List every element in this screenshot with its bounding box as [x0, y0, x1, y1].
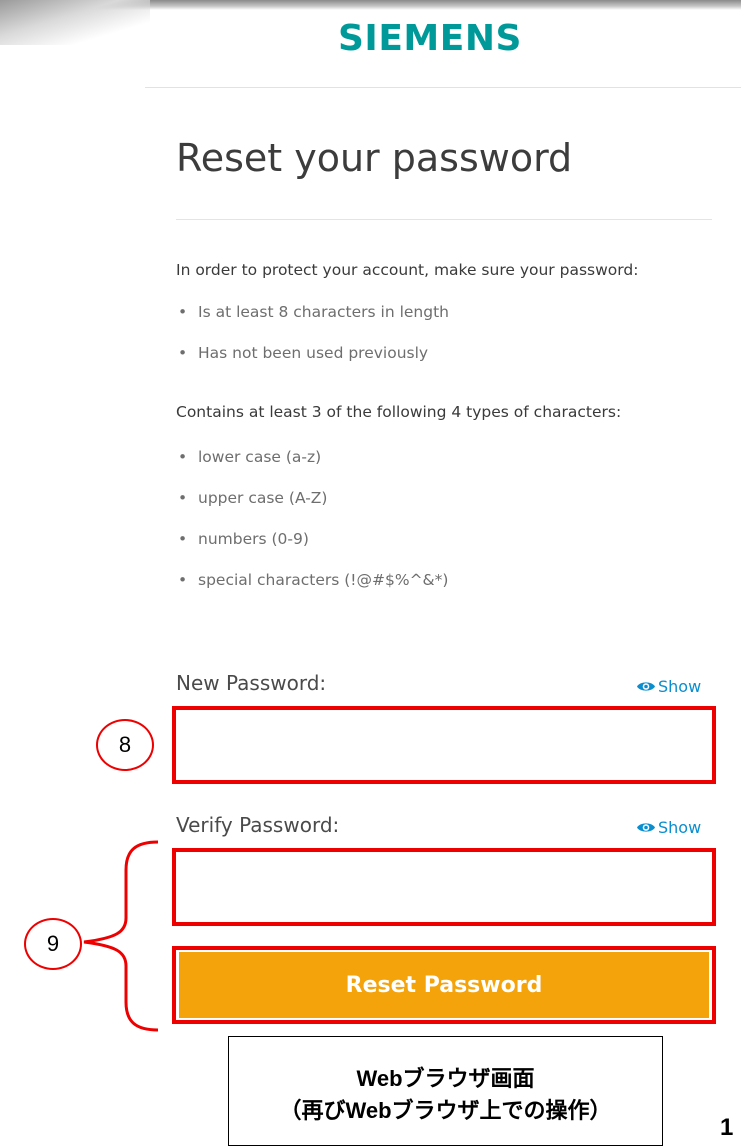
- header-divider: [145, 87, 741, 88]
- new-password-label: New Password:: [176, 671, 327, 695]
- caption-line-1: Webブラウザ画面: [356, 1066, 535, 1091]
- bullet-icon: •: [178, 530, 188, 548]
- bullet-icon: •: [178, 448, 188, 466]
- char-types-list: • lower case (a-z) • upper case (A-Z) • num…: [176, 447, 448, 611]
- verify-password-label: Verify Password:: [176, 813, 340, 837]
- caption-line-2: （再びWebブラウザ上での操作）: [279, 1098, 612, 1123]
- list-item: • lower case (a-z): [178, 448, 322, 466]
- list-item: • Has not been used previously: [178, 344, 429, 362]
- bullet-icon: •: [178, 303, 188, 321]
- new-password-input[interactable]: [176, 710, 712, 780]
- step-marker-8: 8: [96, 719, 154, 771]
- curly-brace-annotation: [83, 840, 159, 1032]
- bullet-icon: •: [178, 571, 188, 589]
- verify-password-input[interactable]: [176, 852, 712, 922]
- list-item: • special characters (!@#$%^&*): [178, 571, 449, 589]
- reset-password-highlight: Reset Password: [172, 946, 716, 1024]
- bullet-icon: •: [178, 344, 188, 362]
- requirements-intro: In order to protect your account, make s…: [176, 261, 639, 279]
- siemens-logo: SIEMENS: [338, 18, 522, 59]
- list-item: • Is at least 8 characters in length: [178, 303, 449, 321]
- char-types-intro: Contains at least 3 of the following 4 t…: [176, 403, 622, 421]
- verify-password-field[interactable]: [172, 848, 716, 926]
- title-divider: [176, 219, 712, 220]
- eye-icon: [637, 682, 655, 691]
- list-item: • numbers (0-9): [178, 530, 309, 548]
- bullet-icon: •: [178, 489, 188, 507]
- show-label: Show: [658, 677, 702, 696]
- eye-icon: [637, 823, 655, 832]
- show-label: Show: [658, 818, 702, 837]
- step-marker-9: 9: [24, 918, 82, 970]
- new-password-field[interactable]: [172, 706, 716, 784]
- verify-password-show-toggle[interactable]: Show: [636, 818, 701, 837]
- reset-password-button[interactable]: Reset Password: [179, 952, 709, 1018]
- requirements-list: • Is at least 8 characters in length • Has…: [176, 302, 449, 384]
- new-password-show-toggle[interactable]: Show: [636, 677, 701, 696]
- list-item: • upper case (A-Z): [178, 489, 328, 507]
- page-title: Reset your password: [176, 136, 573, 180]
- browser-corner-shadow: [0, 0, 150, 45]
- caption-box: Webブラウザ画面 （再びWebブラウザ上での操作）: [228, 1036, 663, 1146]
